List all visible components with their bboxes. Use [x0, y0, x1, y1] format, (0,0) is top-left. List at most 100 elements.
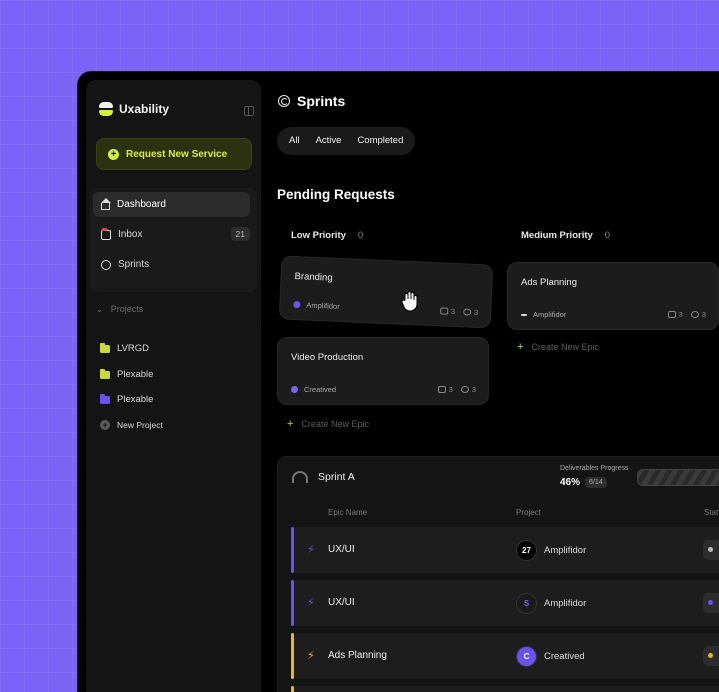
status-dot: [708, 547, 713, 552]
comment-icon: [437, 386, 446, 393]
card-meta: 3 3: [439, 306, 478, 317]
create-new-epic-low[interactable]: + Create New Epic: [287, 418, 369, 430]
create-epic-label: Create New Epic: [531, 342, 599, 352]
project-item-plexable-2[interactable]: Plexable: [100, 393, 153, 405]
card-project-label: Amplifidor: [306, 300, 340, 311]
projects-header[interactable]: ⌄ Projects: [96, 304, 143, 314]
epic-card-video-production[interactable]: Video Production Creatived 3 3: [277, 337, 489, 405]
request-new-service-button[interactable]: + Request New Service: [96, 138, 252, 170]
column-header-project: Project: [516, 508, 541, 517]
project-item-plexable[interactable]: Plexable: [100, 368, 153, 380]
sidebar-item-label: Inbox: [118, 229, 143, 240]
tab-completed[interactable]: Completed: [349, 131, 411, 151]
sprint-header[interactable]: Sprint A: [292, 471, 355, 483]
table-row[interactable]: ⚡ UX/UI S Amplifidor: [291, 580, 719, 626]
brand[interactable]: Uxability: [99, 102, 169, 116]
sidebar-nav: Dashboard Inbox 21 Sprints: [90, 188, 257, 292]
attachment-count: 3: [460, 385, 476, 394]
project-label: LVRGD: [117, 343, 150, 354]
row-project-label: Amplifidor: [544, 545, 587, 556]
brand-logo-icon: [99, 102, 113, 116]
deliverables-progress-bar: [637, 469, 719, 486]
status-dot: [708, 600, 713, 605]
comment-count: 3: [667, 310, 683, 319]
table-row[interactable]: [291, 686, 719, 692]
deliverables-value: 46% 6/14: [560, 477, 607, 488]
app-window: Uxability + Request New Service Dashboar…: [77, 71, 719, 692]
row-project-label: Creatived: [544, 651, 585, 662]
column-label: Medium Priority: [521, 230, 593, 241]
circle-icon: [101, 259, 111, 270]
section-title: Pending Requests: [277, 187, 395, 202]
sidebar-item-label: Sprints: [118, 259, 150, 270]
table-row[interactable]: ⚡ UX/UI 27 Amplifidor: [291, 527, 719, 573]
card-meta: 3 3: [437, 385, 476, 394]
bolt-icon: ⚡: [307, 544, 315, 556]
page-title: Sprints: [278, 93, 345, 109]
filter-tabs: All Active Completed: [277, 127, 416, 155]
tab-active[interactable]: Active: [308, 131, 350, 151]
project-logo-icon: S: [516, 593, 537, 614]
sprint-name: Sprint A: [318, 471, 355, 483]
project-logo-icon: [291, 386, 298, 393]
card-project-label: Creatived: [304, 385, 337, 394]
sidebar-collapse-icon[interactable]: [244, 106, 254, 116]
deliverables-label: Deliverables Progress: [560, 465, 629, 472]
chevron-down-icon: ⌄: [96, 304, 103, 314]
attachment-count: 3: [462, 307, 478, 317]
sidebar-item-inbox[interactable]: Inbox 21: [93, 222, 250, 247]
status-badge[interactable]: [703, 540, 719, 560]
status-dot: [708, 653, 713, 658]
column-header-low: Low Priority 0: [291, 230, 363, 241]
attachment-icon: [690, 311, 699, 318]
create-epic-label: Create New Epic: [301, 419, 369, 429]
sidebar: Uxability + Request New Service Dashboar…: [86, 80, 261, 692]
project-logo-icon: 27: [516, 540, 537, 561]
request-button-label: Request New Service: [126, 148, 228, 160]
sidebar-item-label: Dashboard: [117, 199, 166, 210]
attachment-icon: [460, 386, 469, 393]
inbox-icon: [101, 227, 111, 240]
sprints-icon: [278, 95, 290, 107]
home-icon: [100, 197, 111, 210]
new-project-label: New Project: [117, 420, 163, 430]
inbox-count-badge: 21: [230, 227, 250, 241]
card-meta: 3 3: [667, 310, 706, 319]
project-logo-icon: [293, 300, 301, 309]
create-new-epic-medium[interactable]: + Create New Epic: [517, 341, 599, 353]
projects-header-label: Projects: [110, 304, 144, 314]
comment-count: 3: [439, 306, 455, 316]
tab-all[interactable]: All: [281, 131, 308, 151]
column-label: Low Priority: [291, 230, 346, 241]
sidebar-item-sprints[interactable]: Sprints: [93, 252, 250, 277]
project-item-lvrgd[interactable]: LVRGD: [100, 342, 150, 354]
row-project: S Amplifidor: [516, 593, 586, 614]
card-title: Branding: [294, 271, 333, 284]
folder-icon: [100, 393, 110, 404]
row-accent: [291, 527, 294, 573]
card-title: Ads Planning: [521, 277, 577, 288]
card-project: Amplifidor: [521, 310, 566, 319]
epic-card-branding[interactable]: Branding Amplifidor 3 3: [278, 255, 494, 329]
column-header-epic: Epic Name: [328, 508, 368, 517]
column-count: 0: [357, 230, 364, 241]
column-count: 0: [604, 230, 611, 241]
plus-icon: +: [287, 418, 294, 430]
status-badge[interactable]: [703, 593, 719, 613]
folder-icon: [100, 368, 110, 379]
sprint-panel: Sprint A Deliverables Progress 46% 6/14 …: [277, 456, 719, 692]
epic-card-ads-planning[interactable]: Ads Planning Amplifidor 3 3: [507, 262, 719, 330]
grab-cursor-icon: [401, 291, 418, 312]
card-title: Video Production: [291, 352, 364, 363]
card-project: Amplifidor: [293, 300, 340, 311]
gauge-icon: [292, 471, 308, 483]
project-logo-icon: [521, 313, 527, 316]
bolt-icon: ⚡: [307, 597, 315, 609]
comment-icon: [667, 311, 676, 318]
sidebar-item-dashboard[interactable]: Dashboard: [93, 192, 250, 217]
table-row[interactable]: ⚡ Ads Planning C Creatived: [291, 633, 719, 679]
new-project-button[interactable]: + New Project: [100, 420, 163, 430]
status-badge[interactable]: [703, 646, 719, 666]
brand-name: Uxability: [119, 102, 170, 116]
attachment-icon: [462, 308, 472, 316]
